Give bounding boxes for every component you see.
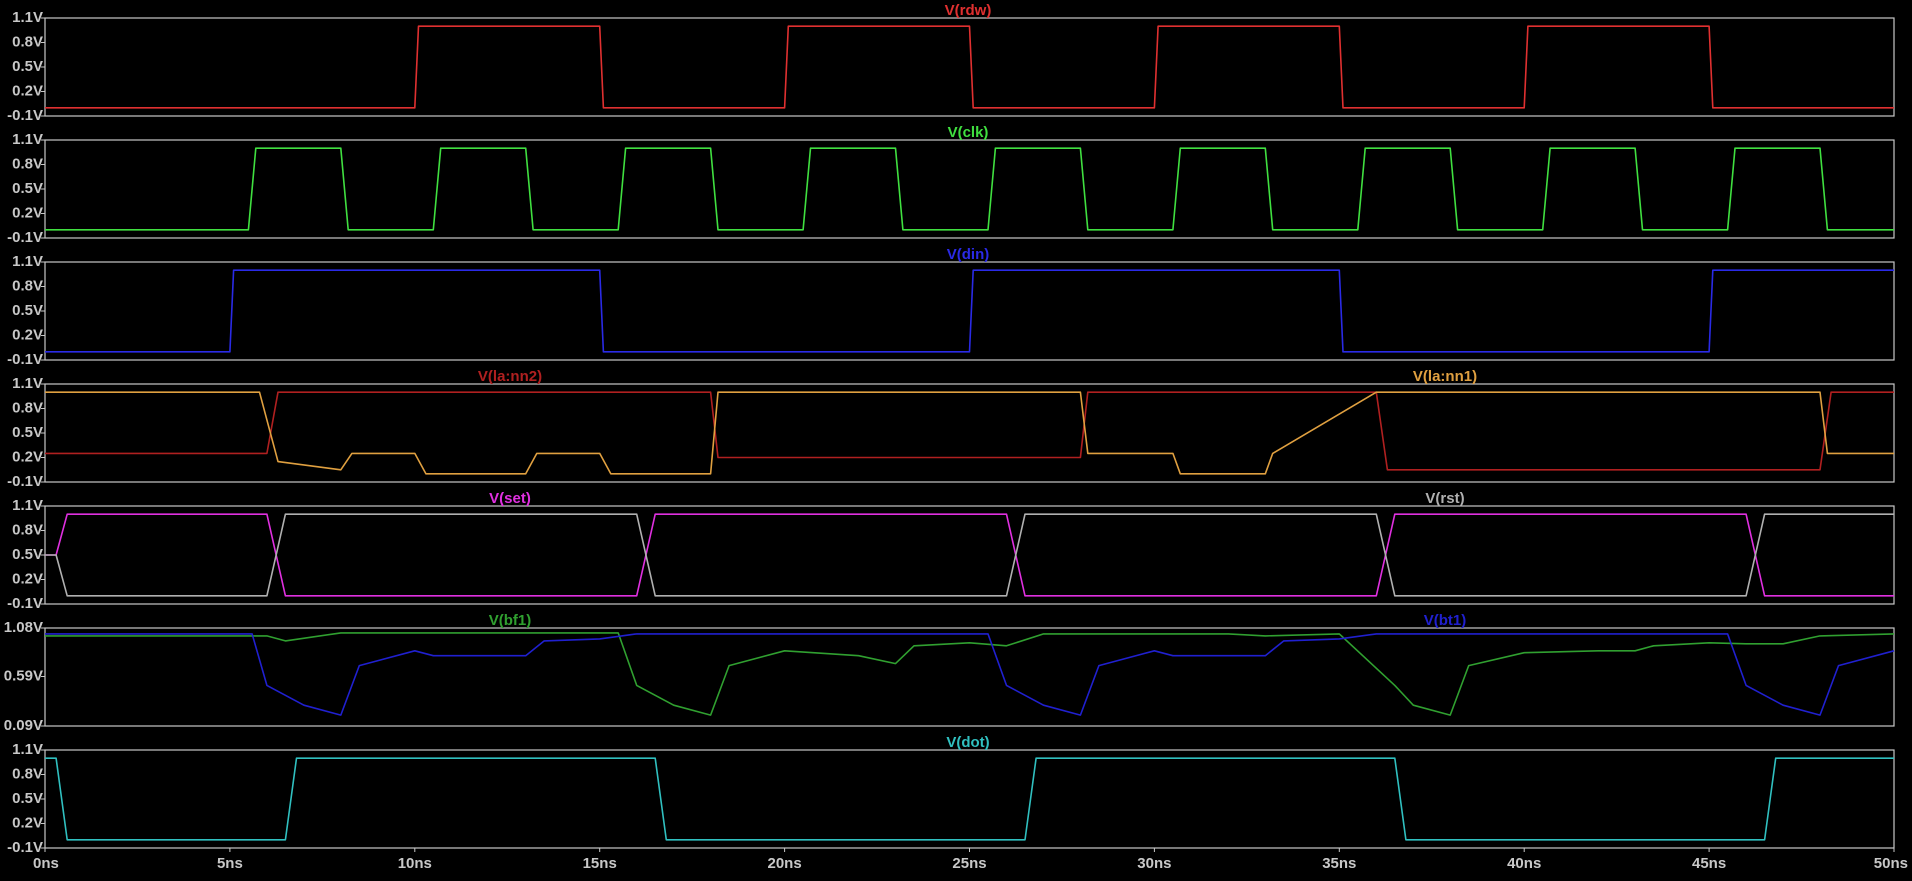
y-tick-label: -0.1V <box>7 107 43 124</box>
x-tick-label: 35ns <box>1322 855 1356 872</box>
y-tick-label: 0.8V <box>12 765 43 782</box>
y-tick-label: 0.5V <box>12 424 43 441</box>
y-tick-label: -0.1V <box>7 351 43 368</box>
x-tick-label: 40ns <box>1507 855 1541 872</box>
y-tick-label: 0.2V <box>12 814 43 831</box>
y-tick-label: 1.1V <box>12 497 43 514</box>
y-tick-label: 1.1V <box>12 9 43 26</box>
x-tick-label: 10ns <box>398 855 432 872</box>
x-tick-label: 5ns <box>217 855 243 872</box>
y-tick-label: 0.5V <box>12 180 43 197</box>
panel-1: 1.1V 0.8V 0.5V 0.2V -0.1V V(rdw) <box>7 2 1895 124</box>
x-tick-label: 25ns <box>952 855 986 872</box>
y-tick-label: 1.1V <box>12 253 43 270</box>
trace-title: V(bf1) <box>489 612 532 629</box>
trace-title: V(dot) <box>946 734 989 751</box>
waveform-panels: 1.1V 0.8V 0.5V 0.2V -0.1V V(rdw) 1.1V 0.8V 0.5V 0… <box>4 2 1895 856</box>
y-tick-label: -0.1V <box>7 595 43 612</box>
panel-2: 1.1V 0.8V 0.5V 0.2V -0.1V V(clk) <box>7 124 1895 246</box>
trace-line <box>45 147 1894 231</box>
x-tick-label: 50ns <box>1874 855 1908 872</box>
trace-title: V(set) <box>489 490 531 507</box>
y-tick-label: 0.59V <box>4 667 43 684</box>
y-tick-label: 0.2V <box>12 82 43 99</box>
y-tick-label: 0.8V <box>12 277 43 294</box>
trace-line <box>45 632 1895 716</box>
waveform-viewer: 1.1V 0.8V 0.5V 0.2V -0.1V V(rdw) 1.1V 0.8V 0.5V 0… <box>4 2 1908 872</box>
trace-title: V(din) <box>947 246 990 263</box>
x-tick-label: 20ns <box>767 855 801 872</box>
panel-6: 1.08V 0.59V 0.09V V(bf1) V(bt1) <box>4 612 1895 734</box>
trace-line <box>45 391 1894 471</box>
y-tick-label: 0.8V <box>12 33 43 50</box>
trace-title: V(rdw) <box>945 2 992 19</box>
trace-title: V(clk) <box>948 124 989 141</box>
trace-line <box>45 757 1894 841</box>
y-tick-label: 1.1V <box>12 131 43 148</box>
panel-7: 1.1V 0.8V 0.5V 0.2V -0.1V V(dot) <box>7 734 1895 856</box>
time-axis: 0ns 5ns 10ns 15ns 20ns 25ns 30ns 35ns 40ns 45ns 50… <box>33 848 1908 872</box>
y-tick-label: 0.5V <box>12 790 43 807</box>
panel-3: 1.1V 0.8V 0.5V 0.2V -0.1V V(din) <box>7 246 1895 368</box>
trace-line <box>45 391 1894 475</box>
y-tick-label: 1.1V <box>12 741 43 758</box>
y-tick-label: -0.1V <box>7 473 43 490</box>
y-tick-label: 0.5V <box>12 546 43 563</box>
y-tick-label: 0.2V <box>12 204 43 221</box>
trace-line <box>45 25 1894 109</box>
y-tick-label: 0.2V <box>12 448 43 465</box>
trace-line <box>45 269 1894 353</box>
x-tick-label: 15ns <box>583 855 617 872</box>
y-tick-label: 0.5V <box>12 302 43 319</box>
y-tick-label: 1.08V <box>4 619 43 636</box>
y-tick-label: 0.09V <box>4 717 43 734</box>
panel-frame <box>44 749 1895 849</box>
y-tick-label: 0.5V <box>12 58 43 75</box>
panel-frame <box>44 505 1895 605</box>
x-tick-label: 0ns <box>33 855 59 872</box>
trace-title: V(bt1) <box>1424 612 1467 629</box>
trace-title: V(rst) <box>1425 490 1464 507</box>
trace-line <box>45 633 1895 716</box>
panel-frame <box>44 139 1895 239</box>
x-tick-label: 30ns <box>1137 855 1171 872</box>
x-tick-label: 45ns <box>1692 855 1726 872</box>
y-tick-label: 0.2V <box>12 570 43 587</box>
trace-line <box>45 513 1894 597</box>
y-tick-label: 0.8V <box>12 399 43 416</box>
trace-title: V(la:nn1) <box>1413 368 1477 385</box>
y-tick-label: 0.8V <box>12 521 43 538</box>
y-tick-label: 0.8V <box>12 155 43 172</box>
y-tick-label: 0.2V <box>12 326 43 343</box>
y-tick-label: 1.1V <box>12 375 43 392</box>
panel-5: 1.1V 0.8V 0.5V 0.2V -0.1V V(set) V(rst) <box>7 490 1895 612</box>
y-tick-label: -0.1V <box>7 229 43 246</box>
trace-title: V(la:nn2) <box>478 368 542 385</box>
trace-line <box>45 513 1894 597</box>
panel-4: 1.1V 0.8V 0.5V 0.2V -0.1V V(la:nn2) V(la:nn1) <box>7 368 1895 490</box>
y-tick-label: -0.1V <box>7 839 43 856</box>
